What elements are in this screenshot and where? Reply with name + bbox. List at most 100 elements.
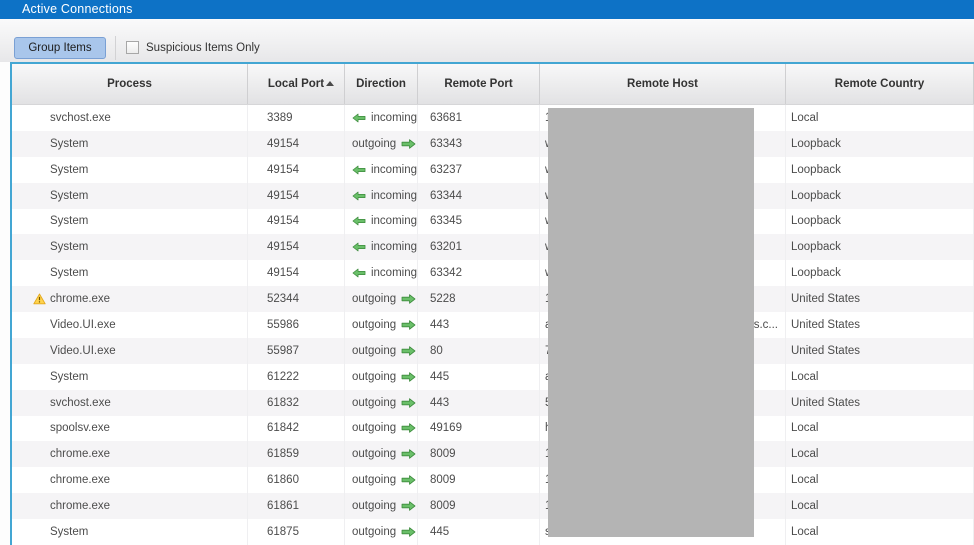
- column-header-remote-host[interactable]: Remote Host: [540, 64, 786, 104]
- outgoing-arrow-icon: [401, 371, 416, 382]
- remote-port-cell: 8009: [418, 493, 540, 519]
- remote-port-cell: 63237: [418, 156, 540, 183]
- direction-label: incoming: [370, 111, 417, 124]
- toolbar-separator: [115, 35, 116, 60]
- remote-country-cell: Local: [786, 467, 974, 494]
- column-header-remote-port[interactable]: Remote Port: [418, 64, 540, 104]
- local-port-cell: 49154: [248, 260, 345, 287]
- table-row[interactable]: System49154incoming63344wLoopback: [12, 182, 974, 209]
- table-row[interactable]: System49154incoming63237wLoopback: [12, 156, 974, 183]
- table-row[interactable]: Video.UI.exe55987outgoing807United State…: [12, 337, 974, 364]
- column-header-local-port[interactable]: Local Port: [248, 64, 345, 104]
- suspicious-items-checkbox[interactable]: [126, 41, 139, 54]
- local-port-cell: 49154: [248, 208, 345, 235]
- process-cell: spoolsv.exe: [12, 415, 248, 442]
- column-header-process[interactable]: Process: [12, 64, 248, 104]
- process-name: svchost.exe: [50, 396, 111, 409]
- remote-port-cell: 63681: [418, 105, 540, 131]
- direction-cell: incoming: [345, 105, 418, 131]
- column-header-remote-country[interactable]: Remote Country: [786, 64, 974, 104]
- process-cell: svchost.exe: [12, 389, 248, 416]
- remote-port-cell: 63345: [418, 208, 540, 235]
- table-row[interactable]: chrome.exe52344outgoing52281United State…: [12, 286, 974, 312]
- remote-country-cell: Local: [786, 363, 974, 390]
- direction-label: outgoing: [352, 318, 397, 331]
- direction-label: outgoing: [352, 293, 397, 306]
- process-name: chrome.exe: [50, 500, 111, 513]
- remote-port-cell: 63344: [418, 182, 540, 209]
- window-title-bar: Active Connections: [0, 0, 974, 19]
- group-items-button[interactable]: Group Items: [14, 36, 106, 59]
- process-cell: System: [12, 363, 248, 390]
- direction-label: outgoing: [352, 474, 397, 487]
- table-row[interactable]: svchost.exe3389incoming636811Local: [12, 105, 974, 131]
- direction-label: outgoing: [352, 370, 397, 383]
- direction-cell: outgoing: [345, 363, 418, 390]
- direction-cell: incoming: [345, 208, 418, 235]
- remote-port-cell: 443: [418, 389, 540, 416]
- table-header-row: Process Local Port Direction Remote Port…: [12, 64, 974, 105]
- remote-country-cell: United States: [786, 337, 974, 364]
- process-name: spoolsv.exe: [50, 422, 110, 435]
- remote-port-cell: 8009: [418, 441, 540, 468]
- remote-port-cell: 63343: [418, 130, 540, 157]
- incoming-arrow-icon: [352, 242, 366, 252]
- direction-label: outgoing: [352, 344, 397, 357]
- table-row[interactable]: System61875outgoing445sLocal: [12, 519, 974, 545]
- remote-country-cell: Local: [786, 493, 974, 519]
- remote-port-cell: 63201: [418, 234, 540, 261]
- suspicious-items-checkbox-label[interactable]: Suspicious Items Only: [146, 42, 260, 54]
- local-port-cell: 49154: [248, 130, 345, 157]
- remote-country-cell: Loopback: [786, 156, 974, 183]
- table-row[interactable]: chrome.exe61859outgoing80091Local: [12, 441, 974, 468]
- local-port-cell: 61859: [248, 441, 345, 468]
- table-row[interactable]: System49154incoming63345wLoopback: [12, 208, 974, 235]
- table-row[interactable]: chrome.exe61860outgoing80091Local: [12, 467, 974, 494]
- table-row[interactable]: System49154incoming63342wLoopback: [12, 260, 974, 287]
- local-port-cell: 61860: [248, 467, 345, 494]
- direction-cell: outgoing: [345, 441, 418, 468]
- redaction-overlay: [548, 108, 754, 537]
- direction-cell: outgoing: [345, 415, 418, 442]
- table-row[interactable]: chrome.exe61861outgoing80091Local: [12, 493, 974, 519]
- table-row[interactable]: System61222outgoing445aLocal: [12, 363, 974, 390]
- process-cell: System: [12, 208, 248, 235]
- local-port-cell: 3389: [248, 105, 345, 131]
- table-row[interactable]: spoolsv.exe61842outgoing49169hLocal: [12, 415, 974, 442]
- table-row[interactable]: System49154incoming63201wLoopback: [12, 234, 974, 261]
- direction-cell: outgoing: [345, 493, 418, 519]
- remote-country-cell: Local: [786, 105, 974, 131]
- direction-cell: outgoing: [345, 286, 418, 312]
- incoming-arrow-icon: [352, 191, 366, 200]
- process-name: svchost.exe: [50, 111, 111, 124]
- local-port-cell: 61222: [248, 363, 345, 390]
- table-row[interactable]: System49154outgoing63343wLoopback: [12, 130, 974, 157]
- process-name: System: [50, 163, 89, 176]
- table-row[interactable]: Video.UI.exe55986outgoing443aes.c...Unit…: [12, 312, 974, 338]
- outgoing-arrow-icon: [401, 475, 416, 485]
- direction-cell: outgoing: [345, 389, 418, 416]
- direction-label: incoming: [370, 215, 417, 228]
- remote-country-cell: Local: [786, 415, 974, 442]
- local-port-cell: 61861: [248, 493, 345, 519]
- toolbar: Group Items Suspicious Items Only: [0, 19, 974, 62]
- process-name: System: [50, 137, 89, 150]
- local-port-cell: 49154: [248, 156, 345, 183]
- incoming-arrow-icon: [352, 165, 366, 175]
- process-name: System: [50, 241, 89, 254]
- local-port-cell: 49154: [248, 234, 345, 261]
- remote-country-cell: United States: [786, 286, 974, 312]
- direction-cell: outgoing: [345, 130, 418, 157]
- direction-label: outgoing: [352, 422, 397, 435]
- local-port-cell: 61832: [248, 389, 345, 416]
- table-row[interactable]: svchost.exe61832outgoing4435United State…: [12, 389, 974, 416]
- table-body: svchost.exe3389incoming636811LocalSystem…: [12, 105, 974, 545]
- direction-label: outgoing: [352, 448, 397, 461]
- process-name: System: [50, 189, 89, 202]
- local-port-cell: 52344: [248, 286, 345, 312]
- remote-port-cell: 80: [418, 337, 540, 364]
- column-header-direction[interactable]: Direction: [345, 64, 418, 104]
- process-name: System: [50, 267, 89, 280]
- remote-port-cell: 445: [418, 519, 540, 545]
- remote-country-cell: Local: [786, 519, 974, 545]
